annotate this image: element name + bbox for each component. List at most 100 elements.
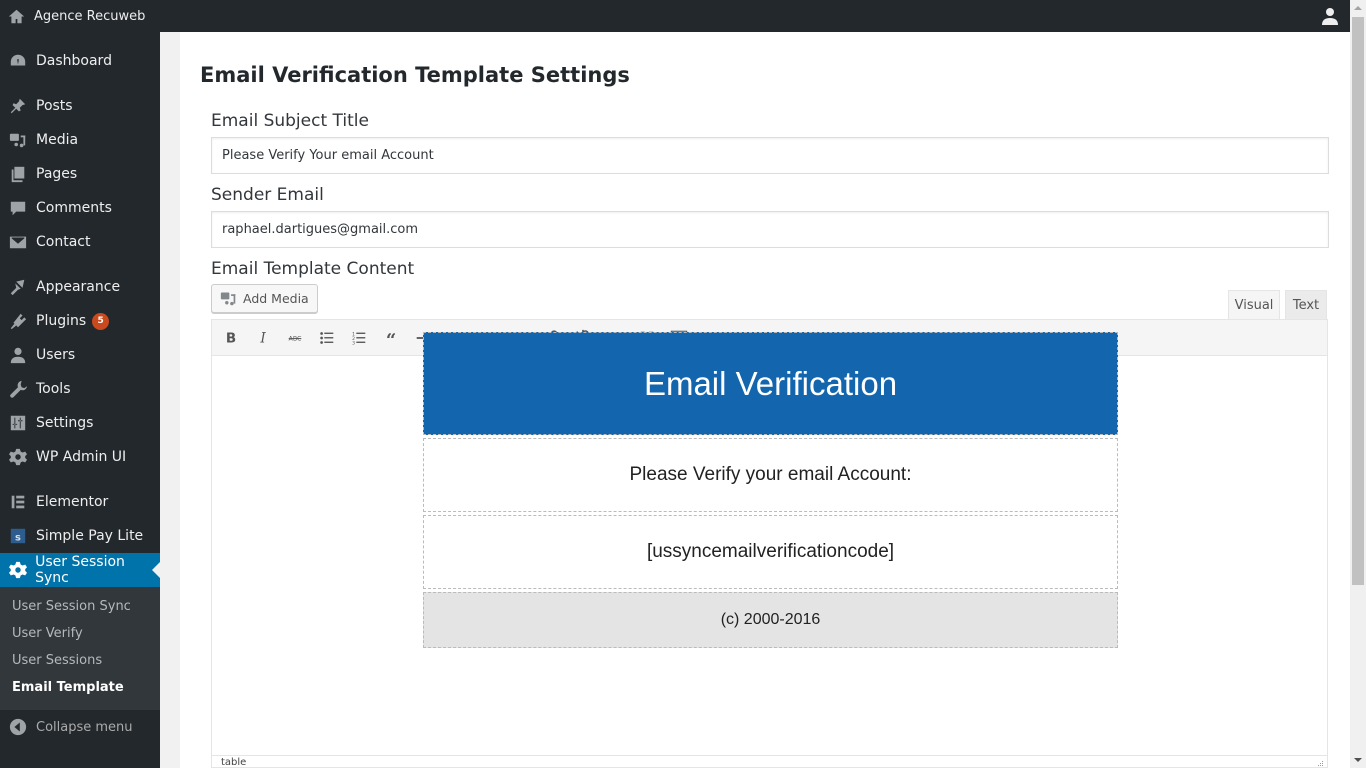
bullet-list-icon <box>320 332 334 344</box>
submenu-item-user-verify[interactable]: User Verify <box>12 626 83 641</box>
bold-icon: B <box>226 331 236 347</box>
submenu-item-email-template[interactable]: Email Template <box>12 680 124 695</box>
page-title: Email Verification Template Settings <box>200 63 630 87</box>
email-header: Email Verification <box>423 332 1118 435</box>
sidebar-item-elementor[interactable]: Elementor <box>0 485 160 519</box>
svg-text:ABC: ABC <box>289 336 303 343</box>
paintbrush-icon <box>10 279 25 296</box>
main-content: Email Verification Template Settings Ema… <box>180 32 1350 768</box>
sidebar-item-label: Tools <box>36 381 71 397</box>
sidebar-item-contact[interactable]: Contact <box>0 225 160 259</box>
sidebar-item-label: Settings <box>36 415 94 431</box>
strikethrough-icon: ABC <box>289 336 303 343</box>
sidebar-item-label: Dashboard <box>36 53 112 69</box>
quote-icon: “ <box>386 330 396 347</box>
tab-text[interactable]: Text <box>1285 290 1327 320</box>
update-count-badge: 5 <box>92 312 110 330</box>
email-template-preview[interactable]: Email Verification Please Verify your em… <box>423 332 1118 648</box>
email-message: Please Verify your email Account: <box>423 438 1118 512</box>
collapse-menu-button[interactable]: Collapse menu <box>0 714 133 740</box>
sidebar-item-label: Plugins <box>36 313 87 329</box>
media-icon <box>9 133 26 148</box>
gear-icon <box>8 561 27 579</box>
user-icon <box>10 347 26 364</box>
wrench-icon <box>10 380 27 398</box>
dashboard-icon <box>10 54 26 66</box>
scroll-up-arrow[interactable] <box>1354 6 1362 10</box>
submenu-item-user-sessions[interactable]: User Sessions <box>12 653 102 668</box>
admin-bar: Agence Recuweb <box>0 0 1350 32</box>
media-icon <box>220 292 236 306</box>
sender-email-label: Sender Email <box>211 185 324 205</box>
sidebar-item-label: Media <box>36 132 79 148</box>
svg-text:B: B <box>226 331 236 347</box>
scroll-down-arrow[interactable] <box>1354 758 1362 762</box>
site-name: Agence Recuweb <box>34 8 146 24</box>
sidebar-item-tools[interactable]: Tools <box>0 372 160 406</box>
pages-icon <box>11 166 25 183</box>
page-scrollbar[interactable] <box>1350 0 1366 768</box>
subject-input[interactable] <box>211 137 1329 174</box>
tab-visual[interactable]: Visual <box>1228 290 1280 320</box>
blockquote-button[interactable]: “ <box>379 327 403 349</box>
email-footer: (c) 2000-2016 <box>423 592 1118 648</box>
subject-label: Email Subject Title <box>211 111 369 131</box>
sidebar-item-label: Comments <box>36 200 112 216</box>
bold-button[interactable]: B <box>219 327 243 349</box>
sidebar-item-label: Appearance <box>36 279 121 295</box>
sidebar-item-label: WP Admin UI <box>36 449 127 465</box>
collapse-menu-label: Collapse menu <box>36 719 133 735</box>
rich-text-editor: B I ABC 123 “ FontAwesome Email Verifica… <box>211 319 1328 768</box>
sidebar-item-appearance[interactable]: Appearance <box>0 270 160 304</box>
svg-text:s: s <box>15 533 21 544</box>
collapse-icon <box>9 718 27 736</box>
sidebar-item-dashboard[interactable]: Dashboard <box>0 44 160 78</box>
site-name-link[interactable]: Agence Recuweb <box>8 0 145 32</box>
resize-handle-icon[interactable] <box>1318 761 1324 767</box>
sidebar-item-label: Elementor <box>36 494 109 510</box>
add-media-label: Add Media <box>243 291 309 306</box>
sidebar-item-simple-pay-lite[interactable]: s Simple Pay Lite <box>0 519 160 553</box>
scroll-thumb[interactable] <box>1352 17 1364 585</box>
elementor-icon <box>11 495 25 509</box>
envelope-icon <box>9 236 27 249</box>
sidebar-item-label: User Session Sync <box>35 554 125 586</box>
sidebar-item-user-session-sync[interactable]: User Session Sync <box>0 553 160 587</box>
sliders-icon <box>10 415 26 431</box>
sidebar-item-settings[interactable]: Settings <box>0 406 160 440</box>
submenu-item-user-session-sync[interactable]: User Session Sync <box>12 599 131 614</box>
submenu: User Session Sync User Verify User Sessi… <box>0 587 160 710</box>
svg-text:“: “ <box>386 330 396 347</box>
gear-icon <box>9 448 27 466</box>
pin-icon <box>10 98 26 114</box>
home-icon <box>8 9 25 23</box>
svg-text:I: I <box>259 331 266 347</box>
sidebar-item-label: Simple Pay Lite <box>36 528 144 544</box>
sidebar-item-comments[interactable]: Comments <box>0 191 160 225</box>
strikethrough-button[interactable]: ABC <box>283 327 307 349</box>
sidebar-item-wp-admin-ui[interactable]: WP Admin UI <box>0 440 160 474</box>
sender-email-input[interactable] <box>211 211 1329 248</box>
simple-pay-icon: s <box>10 528 26 544</box>
sidebar-item-pages[interactable]: Pages <box>0 157 160 191</box>
italic-button[interactable]: I <box>251 327 275 349</box>
admin-sidebar: Dashboard Posts Media Pages Comments Con… <box>0 32 160 768</box>
svg-text:3: 3 <box>352 340 355 346</box>
email-verification-code: [ussyncemailverificationcode] <box>423 515 1118 589</box>
italic-icon: I <box>259 331 266 347</box>
template-content-label: Email Template Content <box>211 259 415 279</box>
comment-icon <box>10 201 26 216</box>
sidebar-item-label: Users <box>36 347 76 363</box>
add-media-button[interactable]: Add Media <box>211 284 318 313</box>
sidebar-item-users[interactable]: Users <box>0 338 160 372</box>
bullet-list-button[interactable] <box>315 327 339 349</box>
numbered-list-icon: 123 <box>352 331 366 346</box>
user-icon[interactable] <box>1320 6 1340 26</box>
sidebar-item-label: Pages <box>36 166 78 182</box>
sidebar-item-media[interactable]: Media <box>0 123 160 157</box>
sidebar-item-label: Contact <box>36 234 91 250</box>
sidebar-item-label: Posts <box>36 98 73 114</box>
sidebar-item-posts[interactable]: Posts <box>0 89 160 123</box>
sidebar-item-plugins[interactable]: Plugins 5 <box>0 304 160 338</box>
numbered-list-button[interactable]: 123 <box>347 327 371 349</box>
